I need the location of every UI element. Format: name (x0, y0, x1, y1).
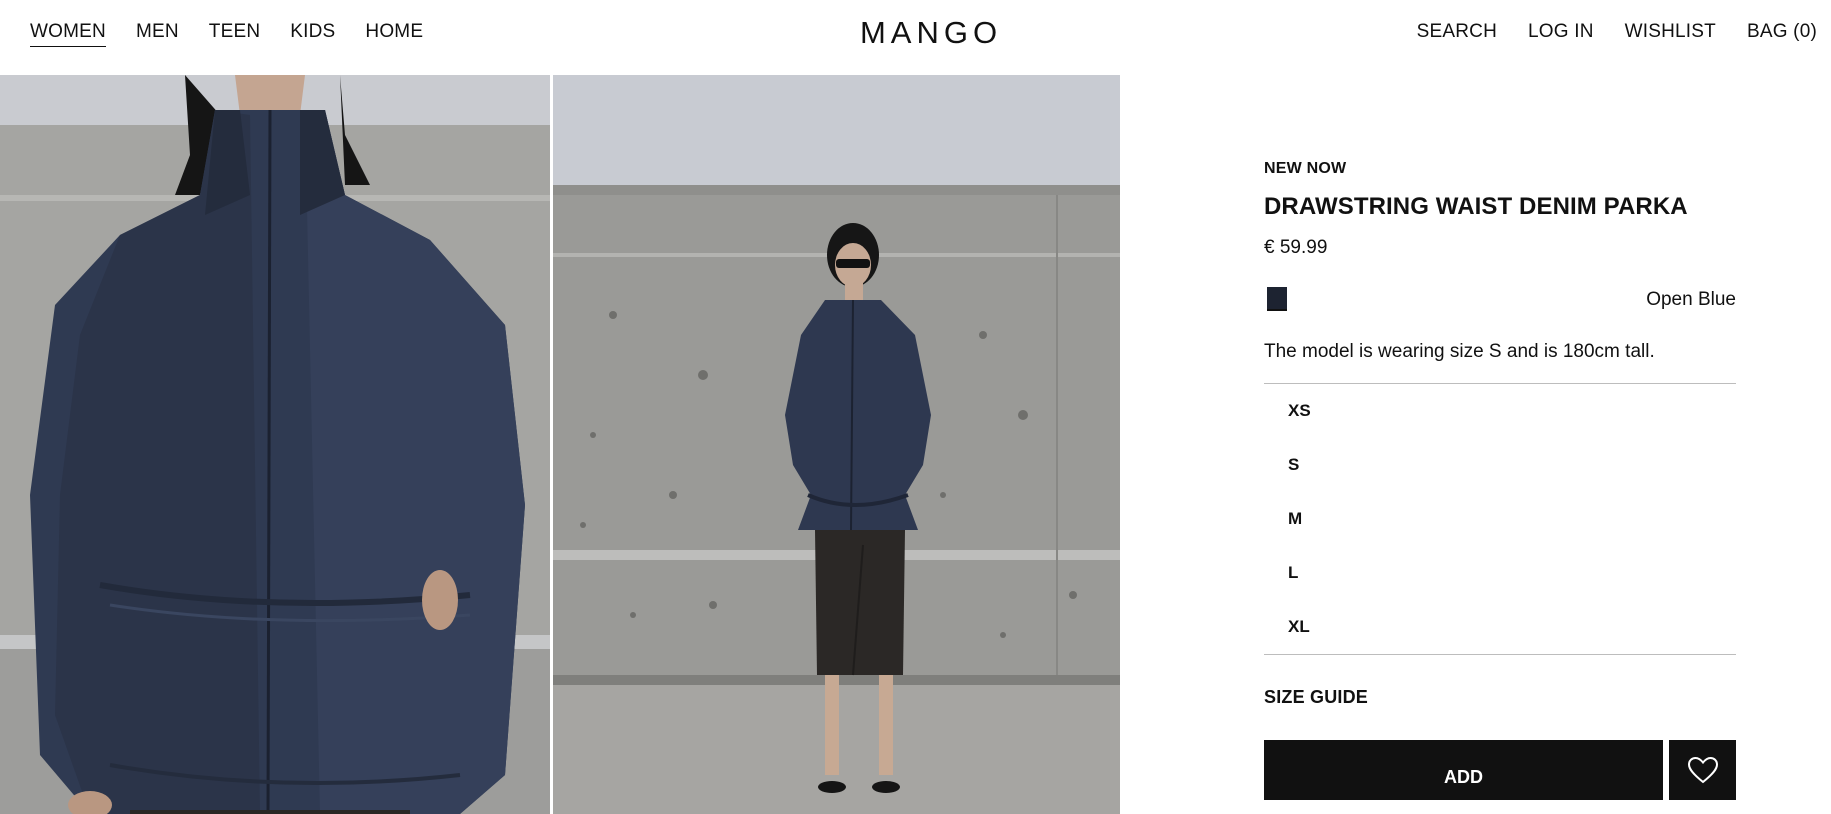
nav-kids[interactable]: KIDS (290, 20, 335, 47)
nav-login[interactable]: LOG IN (1528, 20, 1594, 44)
utility-nav: SEARCH LOG IN WISHLIST BAG (0) (1417, 20, 1817, 44)
size-option-xl[interactable]: XL (1288, 600, 1736, 654)
wishlist-button[interactable] (1669, 740, 1736, 800)
product-image-closeup[interactable] (0, 75, 550, 814)
add-to-bag-button[interactable]: ADD (1264, 740, 1663, 800)
fullbody-photo (553, 75, 1120, 814)
logo-text: MANGO (860, 15, 1002, 50)
nav-wishlist[interactable]: WISHLIST (1625, 20, 1716, 44)
size-guide-link[interactable]: SIZE GUIDE (1264, 687, 1736, 708)
nav-search[interactable]: SEARCH (1417, 20, 1497, 44)
color-selector: Open Blue (1264, 287, 1736, 321)
new-now-tag: NEW NOW (1264, 160, 1347, 177)
nav-teen[interactable]: TEEN (209, 20, 260, 47)
product-image-full[interactable] (553, 75, 1120, 814)
site-header: WOMEN MEN TEEN KIDS HOME MANGO SEARCH LO… (0, 0, 1831, 75)
product-info-panel: NEW NOW DRAWSTRING WAIST DENIM PARKA € 5… (1264, 160, 1736, 800)
model-size-info: The model is wearing size S and is 180cm… (1264, 341, 1655, 362)
color-swatch-open-blue[interactable] (1267, 287, 1287, 311)
size-list: XS S M L XL (1264, 384, 1736, 654)
size-option-xs[interactable]: XS (1288, 384, 1736, 438)
nav-bag[interactable]: BAG (0) (1747, 20, 1817, 44)
mango-logo[interactable]: MANGO (855, 14, 1007, 50)
size-option-s[interactable]: S (1288, 438, 1736, 492)
main-nav: WOMEN MEN TEEN KIDS HOME (30, 20, 423, 47)
heart-icon (1687, 756, 1718, 784)
product-price: € 59.99 (1264, 237, 1328, 258)
selected-color-name: Open Blue (1646, 289, 1736, 310)
size-option-l[interactable]: L (1288, 546, 1736, 600)
purchase-actions: ADD (1264, 740, 1736, 800)
nav-men[interactable]: MEN (136, 20, 179, 47)
closeup-photo (0, 75, 550, 814)
nav-women[interactable]: WOMEN (30, 20, 106, 47)
nav-home[interactable]: HOME (365, 20, 423, 47)
product-title: DRAWSTRING WAIST DENIM PARKA (1264, 193, 1688, 220)
size-option-m[interactable]: M (1288, 492, 1736, 546)
size-list-divider-bottom (1264, 654, 1736, 655)
